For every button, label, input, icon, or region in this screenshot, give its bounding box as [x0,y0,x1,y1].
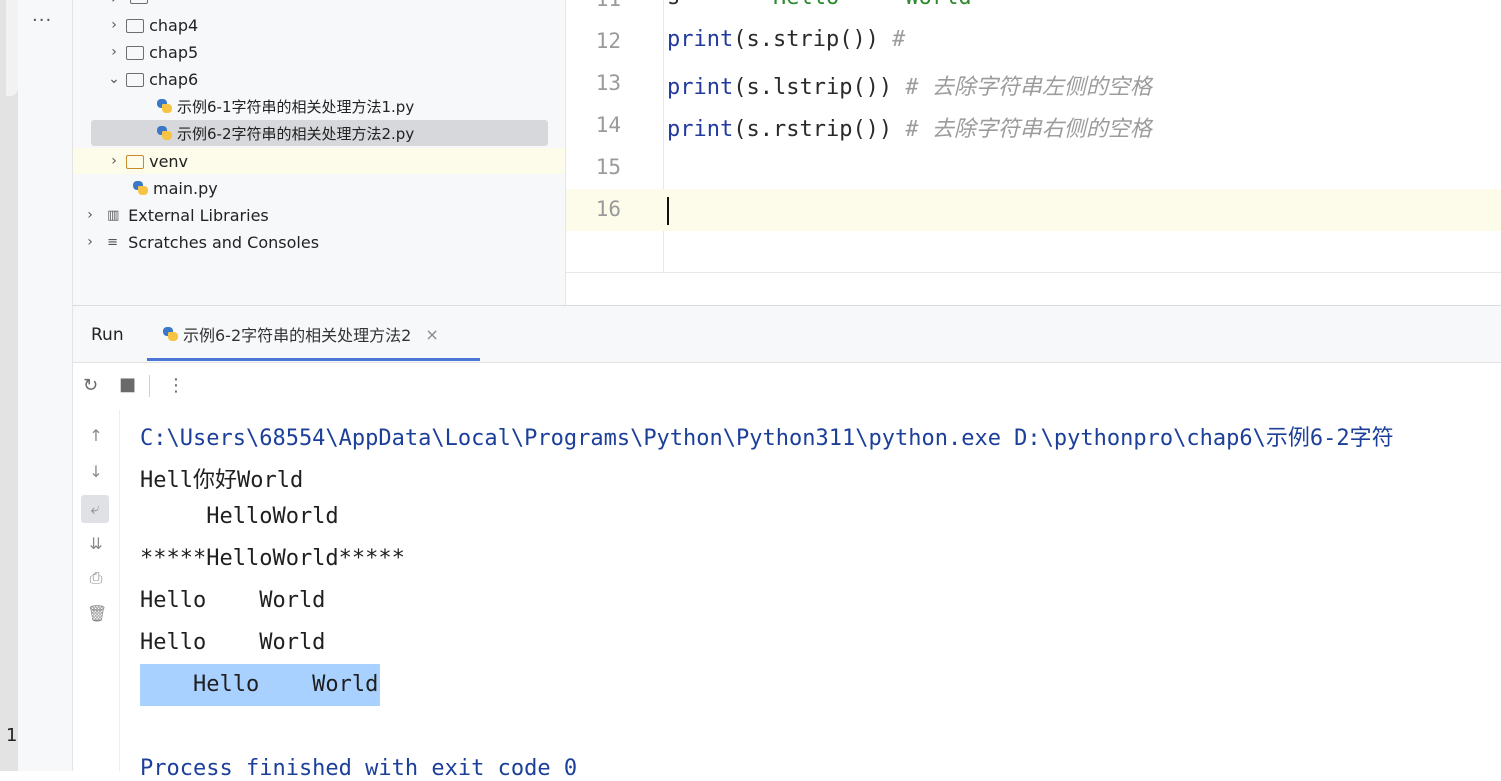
tree-item-chap5[interactable]: › chap5 [73,39,599,65]
tool-window-bar: ··· [18,0,73,771]
chevron-right-icon[interactable]: › [107,17,121,33]
tree-item-label: chap5 [149,42,199,62]
code-text: print(s.lstrip()) # 去除字符串左侧的空格 [667,75,1152,100]
tree-item-label: External Libraries [128,205,269,225]
tree-item-chap4[interactable]: › chap4 [73,12,599,38]
tree-item-label: 示例6-1字符串的相关处理方法1.py [177,97,415,116]
close-icon[interactable]: × [425,325,438,344]
python-file-icon [133,181,148,195]
folder-icon [126,46,145,60]
code-text: s=' Hello World ' [667,0,1051,10]
console-line: Hello World [140,630,326,655]
line-number: 13 [595,71,621,95]
console-output[interactable]: C:\Users\68554\AppData\Local\Programs\Py… [120,410,1501,781]
tree-item-external-libraries[interactable]: › ▥ External Libraries [73,202,575,228]
tree-item-label: chap4 [149,15,199,35]
folder-icon [126,19,145,33]
code-line[interactable]: 14 print(s.rstrip()) # 去除字符串右侧的空格 [566,105,1501,147]
code-line-current[interactable]: 16 [566,189,1501,231]
more-options-icon[interactable]: ··· [32,10,52,31]
tree-item-label: main.py [153,178,218,198]
run-tab[interactable]: 示例6-2字符串的相关处理方法2 × [147,306,480,362]
folder-icon [130,0,149,4]
code-text: print(s.strip()) # [667,27,906,52]
print-icon[interactable]: ⎙ [87,568,105,588]
folder-icon [126,155,145,169]
project-panel: › › chap4 › chap5 ⌄ chap6 示例6-1字符串的相关处理方… [73,0,566,305]
code-line[interactable]: 15 [566,147,1501,189]
code-line[interactable]: 11 s=' Hello World ' [566,0,1501,21]
library-icon: ▥ [107,208,120,223]
chevron-right-icon[interactable]: › [107,44,121,60]
folder-icon [126,73,145,87]
tree-item-file-6-2[interactable]: 示例6-2字符串的相关处理方法2.py [73,120,649,146]
console-line-selected: Hello World [140,664,381,706]
chevron-right-icon[interactable]: › [107,153,121,169]
rerun-icon[interactable]: ↻ [83,375,98,396]
text-caret [667,197,669,225]
chevron-right-icon[interactable]: › [83,207,97,223]
tree-item-scratches[interactable]: › ≡ Scratches and Consoles [73,229,575,255]
scroll-to-end-icon[interactable]: ⇊ [87,534,105,553]
more-vertical-icon[interactable]: ⋮ [167,375,185,396]
console-line: Hell你好World [140,468,304,493]
stop-icon[interactable]: ■ [119,374,136,395]
tree-item-main-py[interactable]: main.py [73,175,625,201]
tree-item-label: Scratches and Consoles [128,232,320,252]
console-line: *****HelloWorld***** [140,546,405,571]
line-number: 15 [595,155,621,179]
code-text: print(s.rstrip()) # 去除字符串右侧的空格 [667,117,1152,142]
console-line: HelloWorld [140,504,339,529]
python-file-icon [157,126,172,140]
run-title[interactable]: Run [91,325,124,345]
line-number: 16 [595,197,621,221]
tree-row-clipped: › [111,0,153,7]
arrow-down-icon[interactable]: ↓ [87,462,105,481]
line-number: 14 [595,113,621,137]
line-number: 11 [566,0,621,11]
line-number: 12 [595,29,621,53]
chevron-down-icon[interactable]: ⌄ [107,71,121,87]
python-file-icon [157,99,172,113]
tree-item-label: venv [149,151,189,171]
console-line: C:\Users\68554\AppData\Local\Programs\Py… [140,426,1394,451]
tree-item-file-6-1[interactable]: 示例6-1字符串的相关处理方法1.py [73,93,649,119]
trash-icon[interactable]: 🗑 [87,604,107,623]
run-toolbar: ↻ ■ ⋮ [73,363,1501,409]
tree-item-chap6[interactable]: ⌄ chap6 [73,66,599,92]
soft-wrap-icon[interactable]: ⤶ [81,495,109,523]
tree-item-label: chap6 [149,69,199,89]
edge-number: 1 [6,725,18,746]
scratches-icon: ≡ [107,235,119,250]
console-sidebar: ↑ ↓ ⤶ ⇊ ⎙ 🗑 [73,410,120,771]
code-editor[interactable]: 11 s=' Hello World ' 12 print(s.strip())… [566,0,1501,305]
chevron-right-icon[interactable]: › [83,234,97,250]
run-tab-label: 示例6-2字符串的相关处理方法2 [183,326,412,345]
arrow-up-icon[interactable]: ↑ [87,426,105,445]
code-line[interactable]: 12 print(s.strip()) # [566,21,1501,63]
run-tool-window-header: Run 示例6-2字符串的相关处理方法2 × [73,306,1501,363]
console-exit-line: Process finished with exit code 0 [140,756,578,781]
python-file-icon [163,327,178,341]
tree-item-venv[interactable]: › venv [73,148,599,174]
tree-item-label: 示例6-2字符串的相关处理方法2.py [177,124,415,143]
console-line: Hello World [140,588,326,613]
window-edge [0,0,18,771]
code-line[interactable]: 13 print(s.lstrip()) # 去除字符串左侧的空格 [566,63,1501,105]
